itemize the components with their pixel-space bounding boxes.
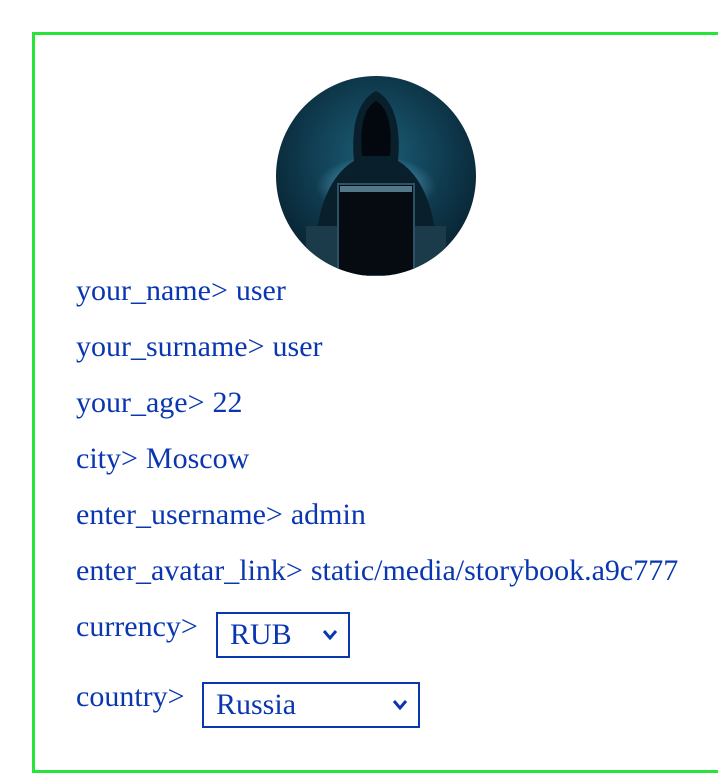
username-field: enter_username> admin	[76, 498, 366, 532]
age-field: your_age> 22	[76, 386, 243, 420]
age-value[interactable]: 22	[213, 386, 243, 419]
chevron-down-icon	[322, 630, 338, 641]
currency-selected: RUB	[230, 618, 292, 651]
currency-label: currency>	[76, 610, 198, 643]
name-value[interactable]: user	[236, 274, 286, 307]
country-selected: Russia	[216, 688, 297, 721]
surname-value[interactable]: user	[273, 330, 323, 363]
currency-select[interactable]: RUB	[216, 612, 350, 658]
username-label: enter_username>	[76, 498, 283, 531]
hacker-avatar-icon	[276, 76, 476, 276]
name-label: your_name>	[76, 274, 228, 307]
city-field: city> Moscow	[76, 442, 249, 476]
surname-field: your_surname> user	[76, 330, 323, 364]
avatar-link-field: enter_avatar_link> static/media/storybook…	[76, 554, 718, 588]
username-value[interactable]: admin	[291, 498, 366, 531]
avatar-link-label: enter_avatar_link>	[76, 554, 303, 587]
age-label: your_age>	[76, 386, 205, 419]
surname-label: your_surname>	[76, 330, 265, 363]
city-label: city>	[76, 442, 138, 475]
city-value[interactable]: Moscow	[146, 442, 249, 475]
name-field: your_name> user	[76, 274, 286, 308]
chevron-down-icon	[392, 700, 408, 711]
country-label: country>	[76, 680, 185, 713]
country-select[interactable]: Russia	[202, 682, 420, 728]
avatar-link-value[interactable]: static/media/storybook.a9c777	[311, 554, 678, 587]
